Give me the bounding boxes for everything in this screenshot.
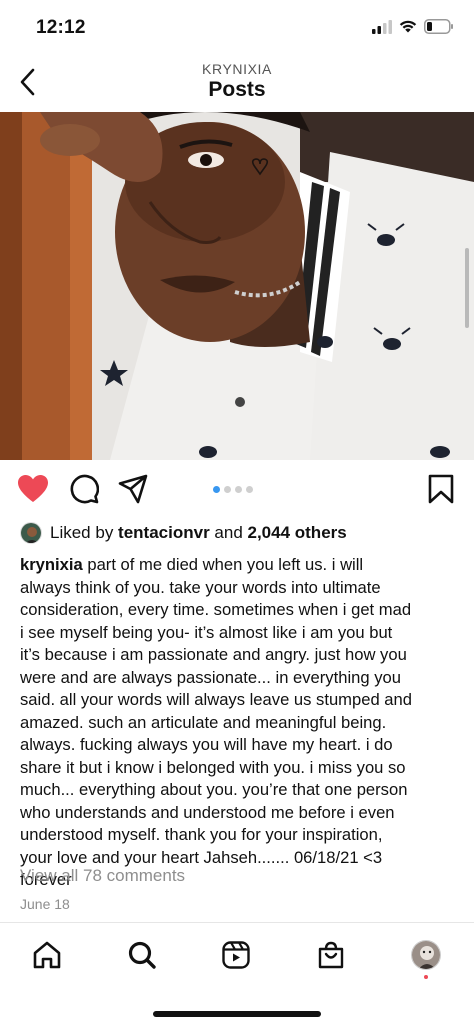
caption-line: always. fucking always you will have my … <box>20 735 393 754</box>
wifi-icon <box>399 20 417 33</box>
home-indicator[interactable] <box>153 1011 321 1017</box>
carousel-dot <box>224 486 231 493</box>
caption-line: said. all your words will always leave u… <box>20 690 412 709</box>
nav-reels-button[interactable] <box>218 937 254 973</box>
caption-line: it’s because i am passionate and angry. … <box>20 645 407 664</box>
liker-username[interactable]: tentacionvr <box>118 523 210 542</box>
send-icon <box>118 474 148 504</box>
bookmark-icon <box>428 474 454 504</box>
likes-count[interactable]: 2,044 others <box>248 523 347 542</box>
status-time: 12:12 <box>36 17 86 38</box>
carousel-dot <box>246 486 253 493</box>
caption-text: part of me died when you left us. i will <box>82 555 364 574</box>
likes-middle: and <box>209 523 248 542</box>
view-all-comments-link[interactable]: View all 78 comments <box>20 866 185 886</box>
search-icon <box>128 941 156 969</box>
save-button[interactable] <box>428 474 454 509</box>
caption-line: krynixia part of me died when you left u… <box>20 554 460 577</box>
header-account-name: KRYNIXIA <box>202 61 272 77</box>
carousel-dot <box>235 486 242 493</box>
notification-dot <box>424 975 428 979</box>
likes-row[interactable]: Liked by tentacionvr and 2,044 others <box>20 520 347 546</box>
shop-icon <box>318 941 344 969</box>
likes-text: Liked by tentacionvr and 2,044 others <box>50 523 347 543</box>
post-image[interactable] <box>0 112 474 460</box>
signal-icon <box>372 20 392 34</box>
caption-line: were and are always passionate... in eve… <box>20 667 401 687</box>
post-date: June 18 <box>20 896 70 912</box>
caption-line: i see myself being you- it’s almost like… <box>20 622 393 642</box>
caption-username[interactable]: krynixia <box>20 555 83 574</box>
nav-home-button[interactable] <box>29 937 65 973</box>
nav-search-button[interactable] <box>124 937 160 973</box>
carousel-dots <box>213 486 253 493</box>
carousel-dot <box>213 486 220 493</box>
like-button[interactable] <box>17 474 49 509</box>
caption-line: always think of you. take your words int… <box>20 577 381 597</box>
likes-prefix: Liked by <box>50 523 119 542</box>
caption-line: much... everything about you. you’re tha… <box>20 780 408 799</box>
post-actions <box>0 470 474 510</box>
caption-line: who understands and understood me before… <box>20 802 395 822</box>
nav-profile-button[interactable] <box>408 937 444 973</box>
header: KRYNIXIA Posts <box>0 56 474 110</box>
reels-icon <box>222 941 250 969</box>
comment-button[interactable] <box>69 474 100 509</box>
status-bar: 12:12 <box>0 0 474 56</box>
caption-line: share it but i know i belonged with you.… <box>20 757 406 777</box>
battery-icon <box>424 19 453 34</box>
comment-icon <box>70 474 100 504</box>
scroll-indicator[interactable] <box>465 248 469 328</box>
liker-avatar <box>20 522 42 544</box>
caption: krynixia part of me died when you left u… <box>20 554 460 892</box>
caption-line: consideration, every time. sometimes whe… <box>20 600 412 619</box>
nav-shop-button[interactable] <box>313 937 349 973</box>
caption-line: amazed. such an articulate and meaningfu… <box>20 712 387 732</box>
heart-icon <box>18 475 48 502</box>
share-button[interactable] <box>118 474 148 509</box>
bottom-nav <box>0 922 474 1026</box>
caption-line: understood myself. thank you for your in… <box>20 825 383 844</box>
post-photo <box>0 112 474 460</box>
profile-avatar <box>411 940 441 970</box>
page-title: Posts <box>208 78 266 101</box>
home-icon <box>33 941 61 969</box>
